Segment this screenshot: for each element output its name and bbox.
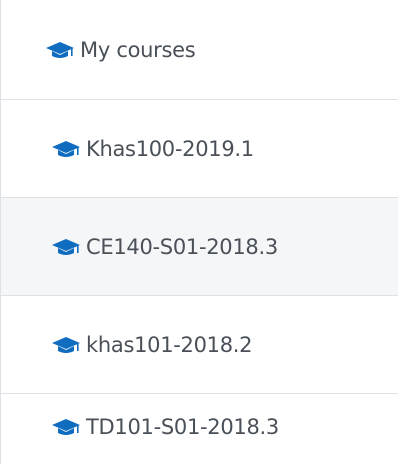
graduation-cap-icon	[51, 335, 81, 355]
my-courses-label: My courses	[80, 37, 196, 62]
course-label: khas101-2018.2	[86, 332, 253, 357]
graduation-cap-icon	[51, 417, 81, 437]
graduation-cap-icon	[45, 40, 75, 60]
course-link-khas100[interactable]: Khas100-2019.1	[1, 100, 398, 198]
course-navigation-panel: My courses Khas100-2019.1 CE140-S01-2018…	[0, 0, 398, 464]
course-link-khas101[interactable]: khas101-2018.2	[1, 296, 398, 394]
graduation-cap-icon	[51, 237, 81, 257]
course-label: CE140-S01-2018.3	[86, 234, 278, 259]
my-courses-link[interactable]: My courses	[1, 0, 398, 100]
course-link-td101[interactable]: TD101-S01-2018.3	[1, 394, 398, 460]
graduation-cap-icon	[51, 139, 81, 159]
course-label: TD101-S01-2018.3	[86, 415, 279, 439]
course-link-ce140[interactable]: CE140-S01-2018.3	[1, 198, 398, 296]
course-label: Khas100-2019.1	[86, 136, 254, 161]
